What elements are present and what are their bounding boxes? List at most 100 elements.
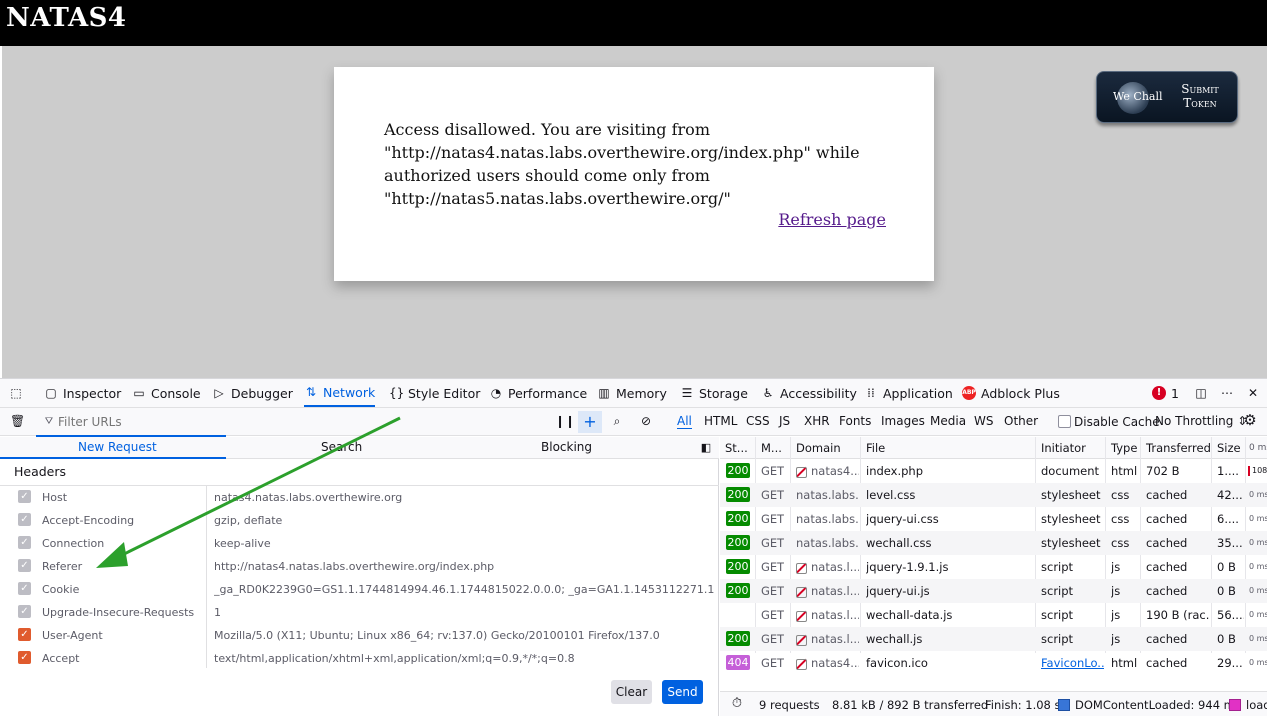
error-count[interactable]: ! 1 — [1152, 379, 1179, 407]
tab-inspector[interactable]: ▢ Inspector — [44, 379, 121, 407]
header-row[interactable]: ✓ Accept-Encoding gzip, deflate — [0, 509, 719, 532]
header-checkbox[interactable]: ✓ — [18, 536, 31, 549]
tab-style-editor[interactable]: {} Style Editor — [389, 379, 480, 407]
tab-new-request[interactable]: New Request — [78, 440, 157, 454]
disable-cache-label[interactable]: Disable Cache — [1074, 415, 1160, 429]
tab-network[interactable]: ⇅ Network — [304, 379, 376, 407]
header-name[interactable]: Connection — [42, 537, 104, 550]
request-row[interactable]: 200 GET natas.labs... jquery-ui.css styleshe… — [720, 507, 1267, 531]
header-value[interactable]: gzip, deflate — [214, 514, 714, 527]
request-row[interactable]: 200 GET natas.labs... level.css stylesheet cs… — [720, 483, 1267, 507]
header-value[interactable]: natas4.natas.labs.overthewire.org — [214, 491, 714, 504]
filter-html[interactable]: HTML — [704, 414, 737, 428]
header-name[interactable]: User-Agent — [42, 629, 103, 642]
header-value[interactable]: http://natas4.natas.labs.overthewire.org… — [214, 560, 714, 573]
header-value[interactable]: 1 — [214, 606, 714, 619]
collapse-panel-icon[interactable]: ◧ — [699, 441, 713, 455]
header-row[interactable]: ✓ Host natas4.natas.labs.overthewire.org — [0, 486, 719, 509]
tab-storage[interactable]: ☰ Storage — [680, 379, 748, 407]
filter-media[interactable]: Media — [930, 414, 966, 428]
request-row[interactable]: 200 GET natas.l... jquery-ui.js script js cach… — [720, 579, 1267, 603]
filter-ws[interactable]: WS — [974, 414, 993, 428]
header-value[interactable]: text/html,application/xhtml+xml,applicat… — [214, 652, 714, 665]
filter-images[interactable]: Images — [881, 414, 925, 428]
header-name[interactable]: Upgrade-Insecure-Requests — [42, 606, 194, 619]
clear-button[interactable]: Clear — [611, 680, 652, 704]
block-icon[interactable]: ⊘ — [639, 414, 653, 428]
filter-css[interactable]: CSS — [746, 414, 770, 428]
pause-icon[interactable]: ❙❙ — [555, 414, 575, 428]
header-value[interactable]: keep-alive — [214, 537, 714, 550]
filter-all[interactable]: All — [677, 414, 692, 429]
column-initiator[interactable]: Initiator — [1041, 441, 1086, 455]
tab-debugger[interactable]: ▷ Debugger — [212, 379, 293, 407]
header-row[interactable]: ✓ Upgrade-Insecure-Requests 1 — [0, 601, 719, 624]
header-checkbox[interactable]: ✓ — [18, 513, 31, 526]
refresh-page-link[interactable]: Refresh page — [778, 210, 886, 229]
filter-other[interactable]: Other — [1004, 414, 1038, 428]
size-cell: 29... — [1217, 656, 1243, 670]
column-domain[interactable]: Domain — [796, 441, 841, 455]
column-status[interactable]: St... — [725, 441, 748, 455]
wechall-submit-token-button[interactable]: We Chall Submit Token — [1096, 71, 1238, 123]
header-row[interactable]: ✓ User-Agent Mozilla/5.0 (X11; Ubuntu; Lin… — [0, 624, 719, 647]
disable-cache-checkbox[interactable] — [1058, 415, 1071, 428]
header-checkbox[interactable]: ✓ — [18, 559, 31, 572]
request-row[interactable]: 200 GET natas.l... jquery-1.9.1.js script js c… — [720, 555, 1267, 579]
initiator-cell[interactable]: FaviconLo... — [1041, 656, 1104, 670]
column-transferred[interactable]: Transferred — [1146, 441, 1211, 455]
trash-icon[interactable]: 🗑 — [10, 414, 25, 428]
close-devtools-button[interactable]: ✕ — [1246, 379, 1260, 407]
dock-button[interactable]: ◫ — [1194, 379, 1208, 407]
request-row[interactable]: 404 GET natas4... favicon.ico FaviconLo... ht… — [720, 651, 1267, 675]
header-value[interactable]: Mozilla/5.0 (X11; Ubuntu; Linux x86_64; … — [214, 629, 714, 642]
header-name[interactable]: Cookie — [42, 583, 79, 596]
transferred-cell: cached — [1146, 560, 1188, 574]
request-row[interactable]: GET natas.l... wechall-data.js script js 190 … — [720, 603, 1267, 627]
header-name[interactable]: Referer — [42, 560, 82, 573]
filter-fonts[interactable]: Fonts — [839, 414, 871, 428]
timer-icon[interactable]: ⏱ — [730, 697, 744, 711]
throttling-select[interactable]: No Throttling ⇕ — [1155, 414, 1247, 428]
tab-accessibility[interactable]: ♿ Accessibility — [761, 379, 857, 407]
column-file[interactable]: File — [866, 441, 885, 455]
header-row[interactable]: ✓ Accept text/html,application/xhtml+xml,a… — [0, 647, 719, 670]
domain-cell: natas.labs... — [796, 512, 858, 526]
request-row[interactable]: 200 GET natas.l... wechall.js script js cached… — [720, 627, 1267, 651]
request-row[interactable]: 200 GET natas.labs... wechall.css stylesheet… — [720, 531, 1267, 555]
header-checkbox[interactable]: ✓ — [18, 582, 31, 595]
header-value[interactable]: _ga_RD0K2239G0=GS1.1.1744814994.46.1.174… — [214, 583, 714, 596]
filter-urls-input[interactable] — [40, 410, 226, 434]
column-timeline[interactable]: 0 ms — [1249, 443, 1267, 453]
tab-application[interactable]: ⁞⁞ Application — [864, 379, 953, 407]
filter-js[interactable]: JS — [779, 414, 790, 428]
tab-adblock-plus[interactable]: ABP Adblock Plus — [962, 379, 1060, 407]
search-icon[interactable]: ⌕ — [610, 414, 624, 428]
size-cell: 0 B — [1217, 632, 1236, 646]
header-checkbox[interactable]: ✓ — [18, 605, 31, 618]
tab-console[interactable]: ▭ Console — [132, 379, 200, 407]
header-row[interactable]: ✓ Cookie _ga_RD0K2239G0=GS1.1.1744814994.4… — [0, 578, 719, 601]
header-name[interactable]: Accept-Encoding — [42, 514, 134, 527]
send-button[interactable]: Send — [662, 680, 703, 704]
filter-xhr[interactable]: XHR — [804, 414, 830, 428]
header-name[interactable]: Accept — [42, 652, 80, 665]
settings-gear-icon[interactable]: ⚙ — [1243, 413, 1257, 428]
more-options-button[interactable]: ⋯ — [1220, 379, 1234, 407]
column-size[interactable]: Size — [1217, 441, 1241, 455]
header-row[interactable]: ✓ Connection keep-alive — [0, 532, 719, 555]
column-type[interactable]: Type — [1111, 441, 1137, 455]
element-picker-button[interactable]: ⬚ — [9, 379, 23, 407]
tab-memory[interactable]: ▥ Memory — [597, 379, 667, 407]
request-row[interactable]: 200 GET natas4... index.php document html 702 … — [720, 459, 1267, 483]
header-row[interactable]: ✓ Referer http://natas4.natas.labs.overthe… — [0, 555, 719, 578]
header-checkbox[interactable]: ✓ — [18, 651, 31, 664]
new-request-icon[interactable]: + — [578, 411, 602, 433]
header-name[interactable]: Host — [42, 491, 67, 504]
header-checkbox[interactable]: ✓ — [18, 628, 31, 641]
tab-blocking[interactable]: Blocking — [541, 440, 592, 454]
tab-search[interactable]: Search — [321, 440, 362, 454]
header-checkbox[interactable]: ✓ — [18, 490, 31, 503]
column-method[interactable]: M... — [761, 441, 782, 455]
tab-performance[interactable]: ◔ Performance — [489, 379, 587, 407]
